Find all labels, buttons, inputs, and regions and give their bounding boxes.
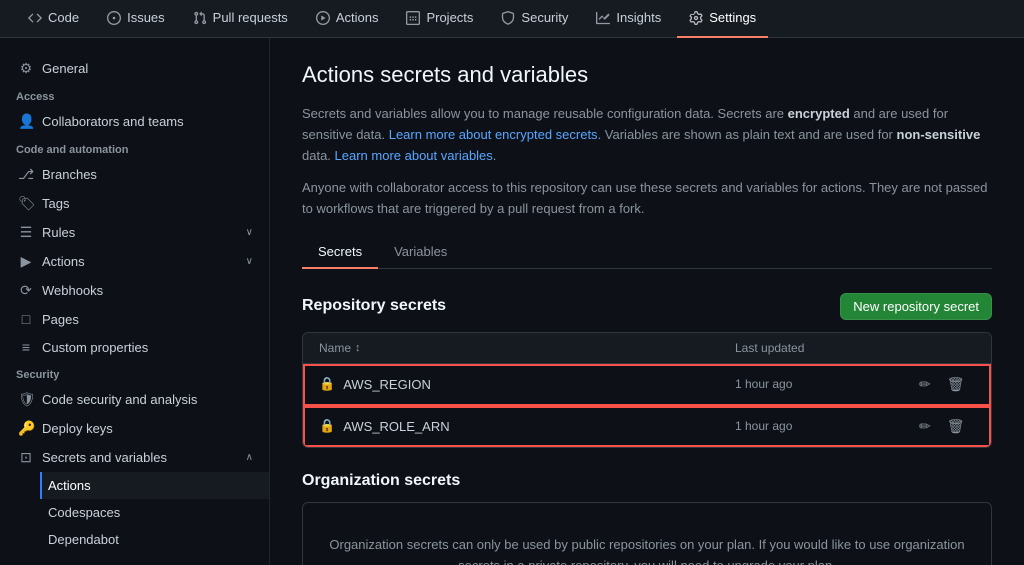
rules-icon: ☰ [18,224,34,241]
secret-name-aws-role-arn: 🔒 AWS_ROLE_ARN [319,418,735,434]
sidebar-item-branches[interactable]: ⎇ Branches [0,160,269,189]
sidebar-item-collaborators[interactable]: 👤 Collaborators and teams [0,107,269,136]
tab-secrets[interactable]: Secrets [302,236,378,269]
page-title: Actions secrets and variables [302,62,992,88]
lock-icon: 🔒 [319,418,335,434]
nav-actions[interactable]: Actions [304,0,391,38]
main-content: Actions secrets and variables Secrets an… [270,38,1024,565]
org-secrets-box: Organization secrets can only be used by… [302,502,992,565]
pages-icon: □ [18,311,34,327]
nav-settings[interactable]: Settings [677,0,768,38]
sidebar-sub-menu: Actions Codespaces Dependabot [0,472,269,553]
tabs-container: Secrets Variables [302,236,992,269]
sidebar-item-code-security[interactable]: 🛡 Code security and analysis [0,385,269,414]
col-updated-header: Last updated [735,341,915,355]
chevron-down-icon: ∨ [246,256,253,267]
main-layout: ⚙ General Access 👤 Collaborators and tea… [0,38,1024,565]
delete-secret-aws-region-button[interactable]: 🗑 [943,374,969,395]
edit-secret-aws-region-button[interactable]: ✏ [915,374,935,395]
learn-more-variables-link[interactable]: Learn more about variables [335,148,493,163]
sidebar-item-actions[interactable]: ▶ Actions ∨ [0,247,269,276]
nav-insights[interactable]: Insights [584,0,673,38]
nav-projects[interactable]: Projects [394,0,485,38]
sidebar-item-custom-properties[interactable]: ≡ Custom properties [0,333,269,361]
table-header: Name ↕ Last updated [303,333,991,364]
description-1: Secrets and variables allow you to manag… [302,104,992,166]
sidebar-item-general[interactable]: ⚙ General [0,54,269,83]
actions-icon: ▶ [18,253,34,270]
lock-icon: 🔒 [319,376,335,392]
sidebar-item-deploy-keys[interactable]: 🔑 Deploy keys [0,414,269,443]
description-2: Anyone with collaborator access to this … [302,178,992,220]
table-row: 🔒 AWS_REGION 1 hour ago ✏ 🗑 [303,364,991,406]
sidebar-item-secrets-variables[interactable]: ⊡ Secrets and variables ∧ [0,443,269,472]
sidebar: ⚙ General Access 👤 Collaborators and tea… [0,38,270,565]
table-row: 🔒 AWS_ROLE_ARN 1 hour ago ✏ 🗑 [303,406,991,447]
org-secrets-description: Organization secrets can only be used by… [319,535,975,565]
secret-updated-aws-region: 1 hour ago [735,377,915,391]
edit-secret-aws-role-arn-button[interactable]: ✏ [915,416,935,437]
sidebar-item-webhooks[interactable]: ⟳ Webhooks [0,276,269,305]
secret-updated-aws-role-arn: 1 hour ago [735,419,915,433]
security-icon: 🛡 [18,391,34,408]
chevron-up-icon: ∧ [246,452,253,463]
nav-security[interactable]: Security [489,0,580,38]
secrets-table: Name ↕ Last updated 🔒 AWS_REGION 1 hour … [302,332,992,448]
sidebar-item-sub-codespaces[interactable]: Codespaces [40,499,269,526]
sidebar-item-tags[interactable]: 🏷 Tags [0,189,269,218]
nav-pull-requests[interactable]: Pull requests [181,0,300,38]
top-nav: Code Issues Pull requests Actions Projec… [0,0,1024,38]
sidebar-section-security: Security [0,361,269,385]
gear-icon: ⚙ [18,60,34,77]
person-icon: 👤 [18,113,34,130]
sidebar-section-code-automation: Code and automation [0,136,269,160]
col-actions-header [915,341,975,355]
chevron-down-icon: ∨ [246,227,253,238]
sidebar-item-rules[interactable]: ☰ Rules ∨ [0,218,269,247]
webhooks-icon: ⟳ [18,282,34,299]
tag-icon: 🏷 [18,195,34,212]
sort-icon: ↕ [355,342,361,354]
key-icon: 🔑 [18,420,34,437]
org-secrets-header: Organization secrets [302,472,992,490]
new-repo-secret-button[interactable]: New repository secret [840,293,992,320]
nav-code[interactable]: Code [16,0,91,38]
sidebar-section-access: Access [0,83,269,107]
col-name-header: Name ↕ [319,341,735,355]
sidebar-item-sub-actions[interactable]: Actions [40,472,269,499]
tab-variables[interactable]: Variables [378,236,463,269]
org-secrets-title: Organization secrets [302,472,460,490]
learn-more-encrypted-link[interactable]: Learn more about encrypted secrets [389,127,598,142]
secret-actions-aws-role-arn: ✏ 🗑 [915,416,975,437]
nav-issues[interactable]: Issues [95,0,177,38]
sidebar-item-pages[interactable]: □ Pages [0,305,269,333]
secrets-icon: ⊡ [18,449,34,466]
properties-icon: ≡ [18,339,34,355]
sidebar-item-sub-dependabot[interactable]: Dependabot [40,526,269,553]
repo-secrets-title: Repository secrets [302,297,446,315]
secret-name-aws-region: 🔒 AWS_REGION [319,376,735,392]
branch-icon: ⎇ [18,166,34,183]
secret-actions-aws-region: ✏ 🗑 [915,374,975,395]
delete-secret-aws-role-arn-button[interactable]: 🗑 [943,416,969,437]
repo-secrets-header: Repository secrets New repository secret [302,293,992,320]
